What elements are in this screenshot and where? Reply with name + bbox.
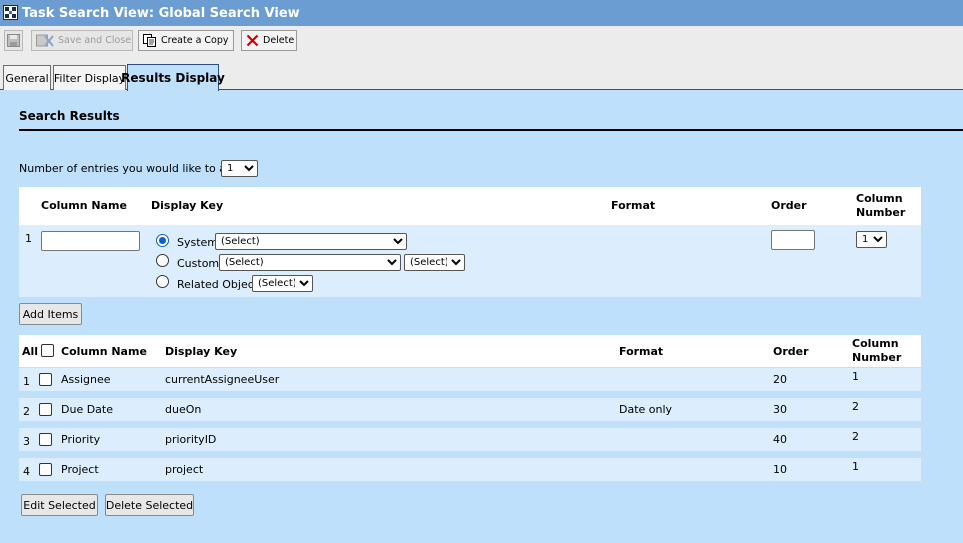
entries-count-select[interactable]: 1 bbox=[221, 160, 258, 177]
row-checkbox[interactable] bbox=[39, 463, 52, 476]
row-display-key: currentAssigneeUser bbox=[165, 373, 280, 386]
row-checkbox[interactable] bbox=[39, 433, 52, 446]
row-number: 2 bbox=[23, 405, 30, 418]
display-key-system-radio[interactable] bbox=[156, 234, 169, 247]
order-input[interactable] bbox=[771, 230, 815, 250]
results-header-order: Order bbox=[773, 345, 809, 358]
delete-icon bbox=[246, 34, 259, 47]
save-and-close-icon bbox=[36, 34, 54, 47]
section-divider bbox=[19, 129, 963, 131]
system-key-select[interactable]: (Select) bbox=[215, 233, 407, 250]
column-name-input[interactable] bbox=[41, 231, 140, 251]
delete-label: Delete bbox=[263, 35, 295, 46]
results-table-header: All Column Name Display Key Format Order… bbox=[19, 335, 921, 367]
create-copy-button[interactable]: Create a Copy bbox=[138, 30, 234, 51]
row-column-name: Project bbox=[61, 463, 99, 476]
row-number: 4 bbox=[23, 465, 30, 478]
toolbar: Save and Close Create a Copy Delete bbox=[0, 26, 963, 55]
add-items-button[interactable]: Add Items bbox=[19, 303, 82, 325]
table-row[interactable]: 4 Project project 10 1 bbox=[19, 458, 921, 481]
app-icon bbox=[3, 5, 18, 20]
system-label: System bbox=[177, 236, 219, 249]
results-header-column-number: Column Number bbox=[852, 337, 902, 364]
column-number-select[interactable]: 1 bbox=[856, 231, 887, 248]
add-row-number: 1 bbox=[25, 232, 32, 245]
save-icon-button[interactable] bbox=[4, 30, 23, 51]
tab-results-display[interactable]: Results Display bbox=[121, 64, 225, 91]
row-order: 30 bbox=[773, 403, 787, 416]
display-key-custom-radio[interactable] bbox=[156, 254, 169, 267]
table-row[interactable]: 1 Assignee currentAssigneeUser 20 1 bbox=[19, 368, 921, 391]
custom-key-secondary-select[interactable]: (Select) bbox=[404, 254, 465, 271]
table-row[interactable]: 3 Priority priorityID 40 2 bbox=[19, 428, 921, 451]
row-order: 40 bbox=[773, 433, 787, 446]
tab-strip: General Filter Display Results Display bbox=[0, 55, 963, 91]
header-order: Order bbox=[771, 199, 807, 212]
header-all: All bbox=[22, 345, 39, 358]
copy-icon bbox=[143, 34, 156, 47]
row-column-name: Priority bbox=[61, 433, 101, 446]
row-column-name: Due Date bbox=[61, 403, 113, 416]
save-icon bbox=[7, 34, 20, 47]
row-display-key: dueOn bbox=[165, 403, 202, 416]
row-order: 10 bbox=[773, 463, 787, 476]
tab-general[interactable]: General bbox=[3, 65, 51, 90]
edit-selected-button[interactable]: Edit Selected bbox=[21, 494, 98, 516]
related-object-label: Related Object bbox=[177, 278, 259, 291]
header-format: Format bbox=[611, 199, 656, 212]
delete-button[interactable]: Delete bbox=[241, 30, 297, 51]
create-copy-label: Create a Copy bbox=[161, 35, 229, 46]
row-column-name: Assignee bbox=[61, 373, 111, 386]
header-column-name: Column Name bbox=[41, 199, 127, 212]
results-header-display-key: Display Key bbox=[165, 345, 238, 358]
custom-label: Custom bbox=[177, 257, 220, 270]
related-object-select[interactable]: (Select) bbox=[252, 275, 313, 292]
tab-filter-display[interactable]: Filter Display bbox=[53, 65, 126, 90]
entries-label: Number of entries you would like to add: bbox=[19, 162, 244, 175]
section-title: Search Results bbox=[19, 109, 120, 123]
add-form-header: Column Name Display Key Format Order Col… bbox=[19, 187, 921, 225]
window-title-bar: Task Search View: Global Search View bbox=[0, 0, 963, 26]
row-column-number: 1 bbox=[852, 370, 859, 383]
row-order: 20 bbox=[773, 373, 787, 386]
window-title: Task Search View: Global Search View bbox=[22, 6, 300, 21]
select-all-checkbox[interactable] bbox=[41, 344, 54, 357]
row-checkbox[interactable] bbox=[39, 373, 52, 386]
row-checkbox[interactable] bbox=[39, 403, 52, 416]
results-header-format: Format bbox=[619, 345, 664, 358]
display-key-related-object-radio[interactable] bbox=[156, 275, 169, 288]
delete-selected-button[interactable]: Delete Selected bbox=[105, 494, 194, 516]
row-display-key: project bbox=[165, 463, 204, 476]
add-form-row: 1 System (Select) Custom (Select) (Selec… bbox=[19, 225, 921, 297]
header-column-number: Column Number bbox=[856, 192, 906, 219]
save-and-close-label: Save and Close bbox=[58, 35, 132, 46]
results-header-column-name: Column Name bbox=[61, 345, 147, 358]
row-column-number: 1 bbox=[852, 460, 859, 473]
row-display-key: priorityID bbox=[165, 433, 217, 446]
save-and-close-button[interactable]: Save and Close bbox=[31, 30, 133, 51]
row-number: 3 bbox=[23, 435, 30, 448]
row-column-number: 2 bbox=[852, 400, 859, 413]
header-display-key: Display Key bbox=[151, 199, 224, 212]
custom-key-select[interactable]: (Select) bbox=[219, 254, 401, 271]
row-number: 1 bbox=[23, 375, 30, 388]
row-format: Date only bbox=[619, 403, 673, 416]
table-row[interactable]: 2 Due Date dueOn Date only 30 2 bbox=[19, 398, 921, 421]
row-column-number: 2 bbox=[852, 430, 859, 443]
